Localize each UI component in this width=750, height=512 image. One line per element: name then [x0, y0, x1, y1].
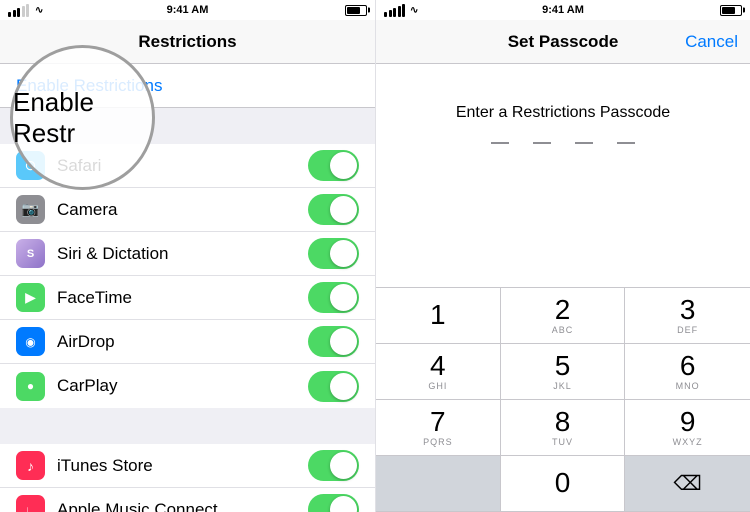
dot-1	[491, 142, 509, 144]
siri-toggle[interactable]	[308, 238, 359, 269]
left-status-bar: ∿ 9:41 AM	[0, 0, 375, 20]
list-item[interactable]: S Siri & Dictation	[0, 232, 375, 276]
camera-toggle[interactable]	[308, 194, 359, 225]
right-time: 9:41 AM	[542, 4, 584, 16]
passcode-message: Enter a Restrictions Passcode	[456, 104, 670, 122]
left-panel: ∿ 9:41 AM Restrictions Enable Restrictio…	[0, 0, 375, 512]
section-gap-2	[0, 408, 375, 444]
facetime-toggle[interactable]	[308, 282, 359, 313]
camera-label: Camera	[57, 200, 296, 220]
signal-bars-icon	[384, 4, 405, 17]
right-wifi-icon: ∿	[410, 5, 418, 16]
right-status-bar: ∿ 9:41 AM	[376, 0, 750, 20]
right-panel: ∿ 9:41 AM Set Passcode Cancel Enter a Re…	[375, 0, 750, 512]
airdrop-toggle[interactable]	[308, 326, 359, 357]
passcode-dots	[491, 142, 635, 144]
key-backspace[interactable]: ⌫	[625, 456, 750, 512]
keypad: 1 2 ABC 3 DEF 4 GHI 5 JKL 6 MNO 7 PQRS 8	[376, 287, 750, 512]
list-item[interactable]: ◉ AirDrop	[0, 320, 375, 364]
right-nav-bar: Set Passcode Cancel	[376, 20, 750, 64]
key-5[interactable]: 5 JKL	[501, 344, 626, 400]
signal-bars-icon	[8, 4, 29, 17]
airdrop-icon: ◉	[16, 327, 45, 356]
left-signal: ∿	[8, 4, 43, 17]
itunes-label: iTunes Store	[57, 456, 296, 476]
key-7[interactable]: 7 PQRS	[376, 400, 501, 456]
wifi-icon: ∿	[35, 5, 43, 16]
dot-4	[617, 142, 635, 144]
section-2: ♪ iTunes Store ♩ Apple Music Connect ◼ i…	[0, 444, 375, 512]
key-1[interactable]: 1	[376, 288, 501, 344]
facetime-icon: ▶	[16, 283, 45, 312]
dot-2	[533, 142, 551, 144]
circle-text: Enable Restr	[13, 87, 152, 149]
siri-label: Siri & Dictation	[57, 244, 296, 264]
carplay-label: CarPlay	[57, 376, 296, 396]
battery-icon	[720, 5, 742, 16]
right-signal: ∿	[384, 4, 418, 17]
passcode-prompt: Enter a Restrictions Passcode	[376, 64, 750, 287]
key-9[interactable]: 9 WXYZ	[625, 400, 750, 456]
dot-3	[575, 142, 593, 144]
circle-highlight: Enable Restr	[10, 45, 155, 190]
carplay-icon: ●	[16, 372, 45, 401]
list-item[interactable]: ♩ Apple Music Connect	[0, 488, 375, 512]
facetime-label: FaceTime	[57, 288, 296, 308]
key-6[interactable]: 6 MNO	[625, 344, 750, 400]
key-empty	[376, 456, 501, 512]
key-2[interactable]: 2 ABC	[501, 288, 626, 344]
camera-icon: 📷	[16, 195, 45, 224]
apple-music-label: Apple Music Connect	[57, 500, 296, 512]
list-item[interactable]: ▶ FaceTime	[0, 276, 375, 320]
carplay-toggle[interactable]	[308, 371, 359, 402]
key-3[interactable]: 3 DEF	[625, 288, 750, 344]
list-item[interactable]: 📷 Camera	[0, 188, 375, 232]
safari-toggle[interactable]	[308, 150, 359, 181]
itunes-icon: ♪	[16, 451, 45, 480]
siri-icon: S	[16, 239, 45, 268]
battery-icon	[345, 5, 367, 16]
right-nav-title: Set Passcode	[508, 32, 619, 52]
list-item[interactable]: ● CarPlay	[0, 364, 375, 408]
key-8[interactable]: 8 TUV	[501, 400, 626, 456]
left-battery	[345, 5, 367, 16]
airdrop-label: AirDrop	[57, 332, 296, 352]
apple-music-toggle[interactable]	[308, 494, 359, 512]
cancel-button[interactable]: Cancel	[685, 32, 738, 52]
left-time: 9:41 AM	[167, 4, 209, 16]
key-0[interactable]: 0	[501, 456, 626, 512]
right-battery	[720, 5, 742, 16]
apple-music-icon: ♩	[16, 495, 45, 512]
list-item[interactable]: ♪ iTunes Store	[0, 444, 375, 488]
itunes-toggle[interactable]	[308, 450, 359, 481]
key-4[interactable]: 4 GHI	[376, 344, 501, 400]
left-nav-title: Restrictions	[138, 32, 236, 52]
